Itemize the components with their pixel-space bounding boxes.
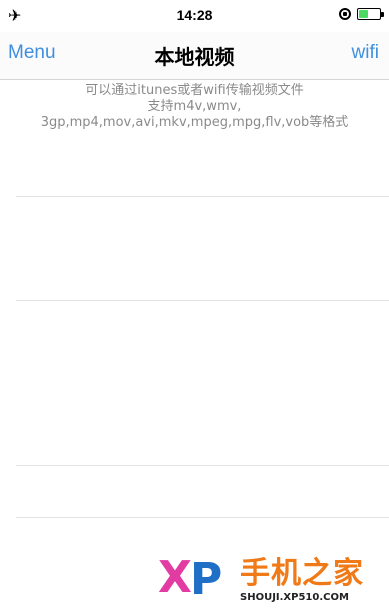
wifi-button[interactable]: wifi <box>352 42 379 64</box>
battery-fill <box>359 10 368 18</box>
battery-icon <box>357 8 384 20</box>
watermark-domain: SHOUJI.XP510.COM <box>240 592 349 603</box>
list-divider <box>16 300 389 301</box>
battery-tip <box>381 12 384 17</box>
watermark-p: P <box>190 554 223 605</box>
watermark-logo: X P 手机之家 SHOUJI.XP510.COM <box>154 554 389 612</box>
watermark-x: X <box>158 552 192 603</box>
video-list[interactable]: 可以通过itunes或者wifi传输视频文件 支持m4v,wmv, 3gp,mp… <box>0 81 389 612</box>
status-bar: ✈ 14:28 <box>0 0 389 32</box>
hint-line-1: 可以通过itunes或者wifi传输视频文件 <box>85 83 304 98</box>
watermark-brand: 手机之家 <box>240 556 364 591</box>
page-title: 本地视频 <box>154 45 235 69</box>
empty-hint: 可以通过itunes或者wifi传输视频文件 支持m4v,wmv, 3gp,mp… <box>0 83 389 131</box>
hint-line-3: 3gp,mp4,mov,avi,mkv,mpeg,mpg,flv,vob等格式 <box>40 115 349 130</box>
status-time: 14:28 <box>176 7 213 23</box>
orientation-lock-icon <box>339 8 351 20</box>
list-divider <box>16 517 389 518</box>
hint-line-2: 支持m4v,wmv, <box>147 99 242 114</box>
list-divider <box>16 196 389 197</box>
list-divider <box>16 465 389 466</box>
status-right <box>339 8 384 20</box>
navigation-bar: Menu 本地视频 wifi <box>0 32 389 80</box>
